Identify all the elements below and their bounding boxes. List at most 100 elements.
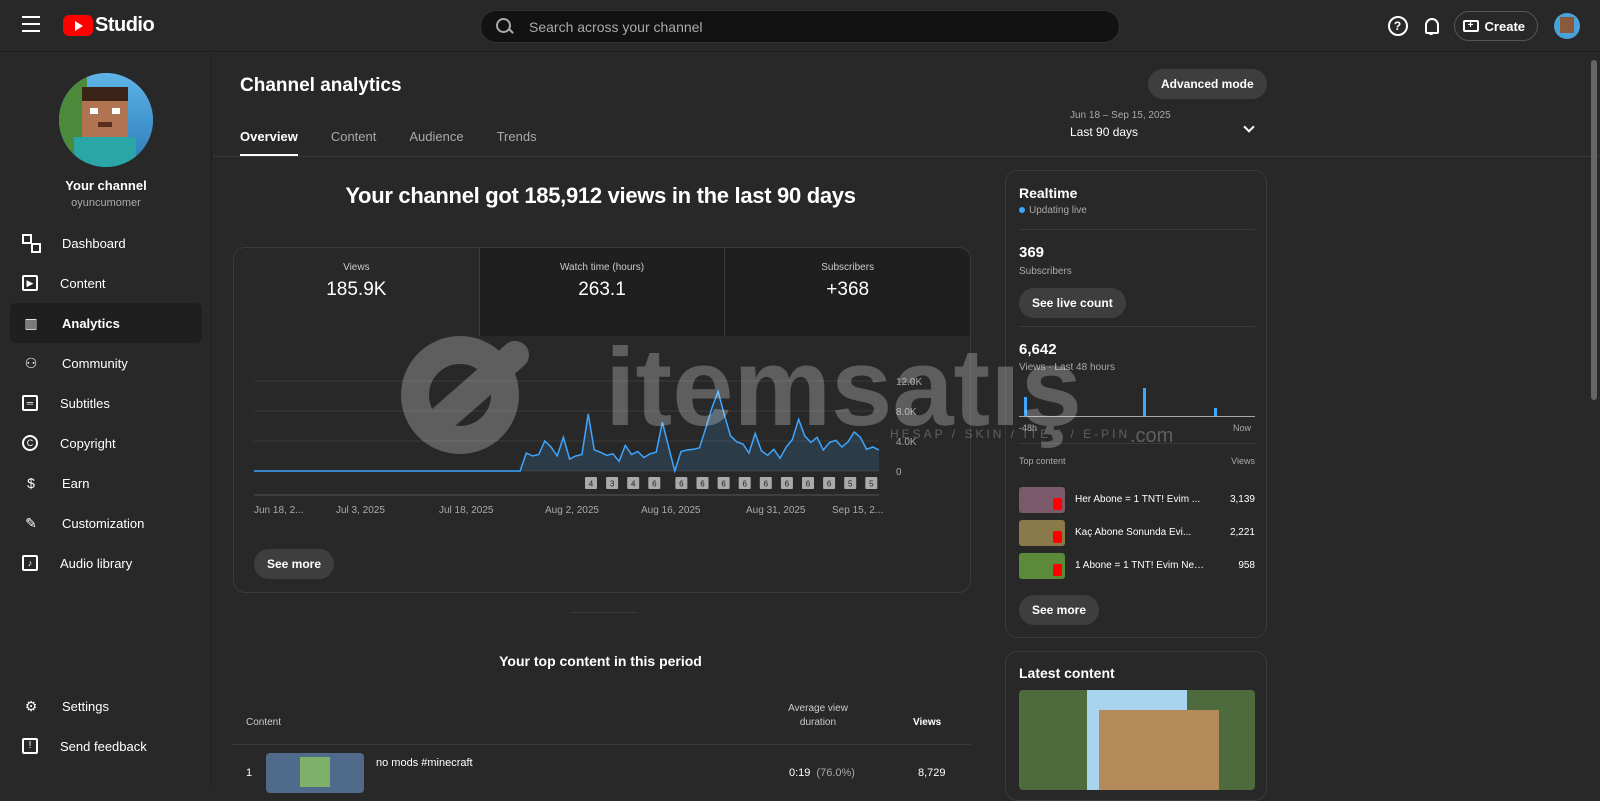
channel-name: Your channel (65, 178, 147, 193)
latest-video-thumbnail[interactable] (1019, 690, 1255, 790)
realtime-bar (1214, 408, 1217, 416)
divider (1019, 443, 1255, 444)
overview-chart-card: Views 185.9K Watch time (hours) 263.1 Su… (233, 247, 971, 593)
tab-audience[interactable]: Audience (409, 125, 463, 157)
sidebar-item-audio-library[interactable]: ♪ Audio library (10, 543, 202, 583)
sidebar-item-send-feedback[interactable]: ! Send feedback (10, 726, 202, 766)
see-live-count-button[interactable]: See live count (1019, 288, 1126, 318)
subtitles-icon: ═ (22, 395, 38, 411)
date-range-dates: Jun 18 – Sep 15, 2025 (1070, 110, 1171, 121)
video-views: 2,221 (1229, 527, 1255, 538)
list-item[interactable]: Kaç Abone Sonunda Evi... 2,221 (1019, 520, 1255, 548)
realtime-top-content-header: Top content Views (1019, 456, 1255, 466)
row-views: 8,729 (918, 767, 946, 779)
video-thumbnail[interactable] (266, 753, 364, 793)
tabs-divider (213, 156, 1600, 157)
studio-logo[interactable]: Studio (63, 14, 155, 37)
x-tick-label: Jul 3, 2025 (336, 505, 385, 516)
video-plus-icon: + (1462, 20, 1479, 32)
search-bar[interactable] (480, 10, 1120, 43)
see-more-button[interactable]: See more (254, 549, 335, 579)
column-header-views[interactable]: Views (913, 717, 941, 728)
metric-label: Subscribers (821, 262, 875, 273)
video-marker-label: 6 (785, 480, 790, 489)
metric-views[interactable]: Views 185.9K (234, 248, 480, 336)
list-item[interactable]: 1 Abone = 1 TNT! Evim Ne ... 958 (1019, 553, 1255, 581)
views-line-chart: 12.0K 8.0K 4.0K 0 4 3 4 6 6 6 6 6 6 6 6 6 5 5 Jun 18, 2...… (254, 377, 922, 516)
video-marker-label: 6 (806, 480, 811, 489)
account-avatar[interactable] (1554, 13, 1580, 39)
sidebar-item-settings[interactable]: ⚙ Settings (10, 686, 202, 726)
video-marker-label: 3 (610, 480, 615, 489)
realtime-bar (1143, 388, 1146, 416)
sidebar-item-label: Community (62, 355, 128, 371)
sidebar-item-label: Analytics (62, 315, 120, 331)
video-views: 958 (1238, 560, 1255, 571)
search-icon[interactable] (496, 17, 514, 36)
feedback-icon: ! (22, 738, 38, 754)
menu-icon[interactable] (22, 16, 40, 34)
sidebar-item-content[interactable]: ▶ Content (10, 263, 202, 303)
shorts-icon (1053, 498, 1062, 510)
sidebar: Your channel oyuncumomer Dashboard ▶ Con… (0, 53, 212, 786)
realtime-subscribers-count: 369 (1019, 244, 1045, 261)
notifications-bell-icon[interactable] (1422, 17, 1440, 35)
shorts-icon (1053, 564, 1062, 576)
tab-content[interactable]: Content (331, 125, 377, 157)
bars-axis-start: -48h (1019, 423, 1038, 433)
channel-handle: oyuncumomer (71, 197, 141, 209)
video-thumbnail (1019, 520, 1065, 546)
sidebar-item-subtitles[interactable]: ═ Subtitles (10, 383, 202, 423)
metric-watch-time[interactable]: Watch time (hours) 263.1 (479, 248, 726, 336)
advanced-mode-button[interactable]: Advanced mode (1148, 69, 1267, 99)
help-icon[interactable]: ? (1387, 16, 1408, 36)
sidebar-item-dashboard[interactable]: Dashboard (10, 223, 202, 263)
video-title: Kaç Abone Sonunda Evi... (1075, 527, 1192, 538)
tab-overview[interactable]: Overview (240, 125, 298, 156)
date-range-label: Last 90 days (1070, 125, 1139, 139)
logo-text: Studio (95, 14, 155, 36)
search-input[interactable] (529, 18, 1089, 35)
sidebar-item-label: Audio library (60, 555, 133, 571)
table-row[interactable]: 1 no mods #minecraft 0:19 (76.0%) 8,729 (233, 745, 971, 793)
page-scrollbar[interactable] (1591, 60, 1597, 400)
realtime-views-label: Views · Last 48 hours (1019, 362, 1115, 373)
video-views: 3,139 (1229, 494, 1255, 505)
realtime-bar-chart (1019, 383, 1255, 417)
top-right-actions: ? + Create (1387, 11, 1580, 41)
views-chart: 12.0K 8.0K 4.0K 0 4 3 4 6 6 6 6 6 6 6 6 6 5 5 Jun 18, 2...… (234, 336, 970, 536)
sidebar-item-analytics[interactable]: ▥ Analytics (10, 303, 202, 343)
x-tick-label: Aug 31, 2025 (746, 505, 806, 516)
video-thumbnail (1019, 553, 1065, 579)
date-range-selector[interactable]: Jun 18 – Sep 15, 2025 Last 90 days (1070, 110, 1270, 139)
top-content-label: Top content (1019, 456, 1066, 466)
duration-value: 0:19 (789, 767, 811, 779)
metric-subscribers[interactable]: Subscribers +368 (725, 248, 970, 336)
top-content-table-header: Content Average view duration Views (233, 693, 971, 733)
sidebar-item-label: Copyright (60, 435, 116, 451)
realtime-title: Realtime (1019, 185, 1078, 201)
x-tick-label: Aug 16, 2025 (641, 505, 701, 516)
tab-trends[interactable]: Trends (497, 125, 537, 157)
analytics-tabs: Overview Content Audience Trends (240, 125, 570, 157)
sidebar-item-earn[interactable]: $ Earn (10, 463, 202, 503)
y-tick-label: 8.0K (896, 407, 917, 418)
channel-avatar[interactable] (59, 73, 153, 167)
create-button[interactable]: + Create (1453, 11, 1538, 41)
video-marker-label: 4 (589, 480, 594, 489)
series-area (254, 391, 879, 471)
video-marker-label: 5 (869, 480, 874, 489)
column-header-avg-duration[interactable]: Average view duration (773, 702, 863, 730)
latest-content-card: Latest content (1005, 651, 1267, 801)
list-item[interactable]: Her Abone = 1 TNT! Evim ... 3,139 (1019, 487, 1255, 515)
video-title[interactable]: no mods #minecraft (376, 757, 473, 769)
earn-icon: $ (27, 475, 35, 491)
analytics-icon: ▥ (24, 315, 38, 331)
sidebar-item-customization[interactable]: ✎ Customization (10, 503, 202, 543)
sidebar-item-copyright[interactable]: C Copyright (10, 423, 202, 463)
create-label: Create (1484, 18, 1525, 34)
y-tick-label: 12.0K (896, 377, 922, 388)
sidebar-item-community[interactable]: ⚇ Community (10, 343, 202, 383)
x-tick-label: Aug 2, 2025 (545, 505, 599, 516)
see-more-button[interactable]: See more (1019, 595, 1100, 625)
